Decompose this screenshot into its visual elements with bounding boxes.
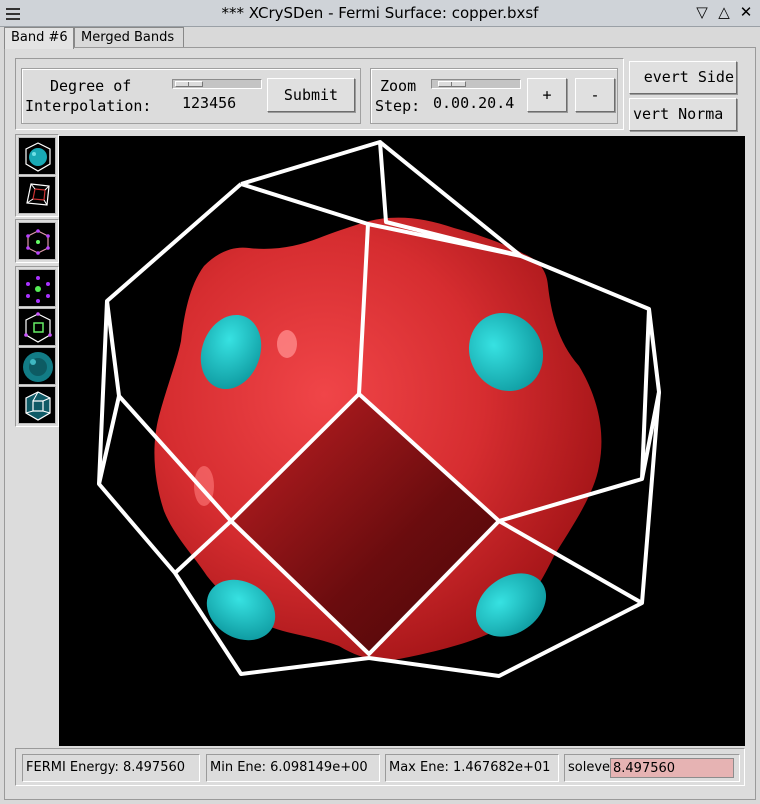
interpolation-label-line2: Interpolation: xyxy=(25,97,152,115)
zoom-step-slider[interactable] xyxy=(431,79,521,89)
zoom-scale-ticks: 0.00.20.4 xyxy=(433,94,515,112)
revert-sides-button[interactable]: evert Side xyxy=(629,61,737,94)
toolbar-group-1 xyxy=(15,134,59,217)
zoom-group: Zoom Step: 0.00.20.4 + - xyxy=(370,68,618,124)
zoom-label-line2: Step: xyxy=(375,97,421,115)
interpolation-slider[interactable] xyxy=(172,79,262,89)
toolbar-group-2 xyxy=(15,219,59,263)
tab-band-6[interactable]: Band #6 xyxy=(4,27,74,49)
zoom-label-line1: Zoom xyxy=(380,77,417,95)
zoom-in-button[interactable]: + xyxy=(527,78,567,112)
toolbar-group-3 xyxy=(15,266,59,427)
fermi-surface-view xyxy=(97,140,661,678)
window-title: *** XCrySDen - Fermi Surface: copper.bxs… xyxy=(221,4,539,22)
zoom-out-button[interactable]: - xyxy=(575,78,615,112)
max-energy-readout: Max Ene: 1.467682e+01 xyxy=(385,754,559,782)
tab-merged-bands[interactable]: Merged Bands xyxy=(74,27,184,48)
zone-with-surface-icon[interactable] xyxy=(18,308,56,346)
shade-icon[interactable]: ▽ xyxy=(692,3,712,21)
title-bar: *** XCrySDen - Fermi Surface: copper.bxs… xyxy=(0,0,760,27)
brillouin-zone-icon[interactable] xyxy=(18,222,56,260)
zoom-step-slider-thumb[interactable] xyxy=(438,81,466,87)
fermi-energy-readout: FERMI Energy: 8.497560 xyxy=(22,754,200,782)
reciprocal-cell-icon[interactable] xyxy=(18,176,56,214)
specular-highlight xyxy=(277,330,297,358)
isolevel-label: solevel xyxy=(568,760,614,775)
kpoint-dots-icon[interactable] xyxy=(18,269,56,307)
fermi-surface-canvas[interactable] xyxy=(59,136,745,746)
close-icon[interactable]: ✕ xyxy=(736,3,756,21)
min-energy-readout: Min Ene: 6.098149e+00 xyxy=(206,754,380,782)
wigner-seitz-cell-icon[interactable] xyxy=(18,386,56,424)
interpolation-label-line1: Degree of xyxy=(50,77,132,95)
isolevel-input[interactable] xyxy=(610,758,734,778)
fermi-surface-cell-icon[interactable] xyxy=(18,137,56,175)
submit-button[interactable]: Submit xyxy=(267,78,355,112)
interpolation-slider-thumb[interactable] xyxy=(175,81,203,87)
revert-normals-button[interactable]: vert Norma xyxy=(629,98,737,131)
maximize-icon[interactable]: △ xyxy=(714,3,734,21)
smooth-surface-icon[interactable] xyxy=(18,347,56,385)
status-bar: FERMI Energy: 8.497560 Min Ene: 6.098149… xyxy=(15,748,745,786)
isolevel-field-group: solevel xyxy=(564,754,740,782)
interpolation-scale-ticks: 123456 xyxy=(182,94,237,112)
interpolation-group: Degree of Interpolation: 123456 Submit xyxy=(21,68,361,124)
